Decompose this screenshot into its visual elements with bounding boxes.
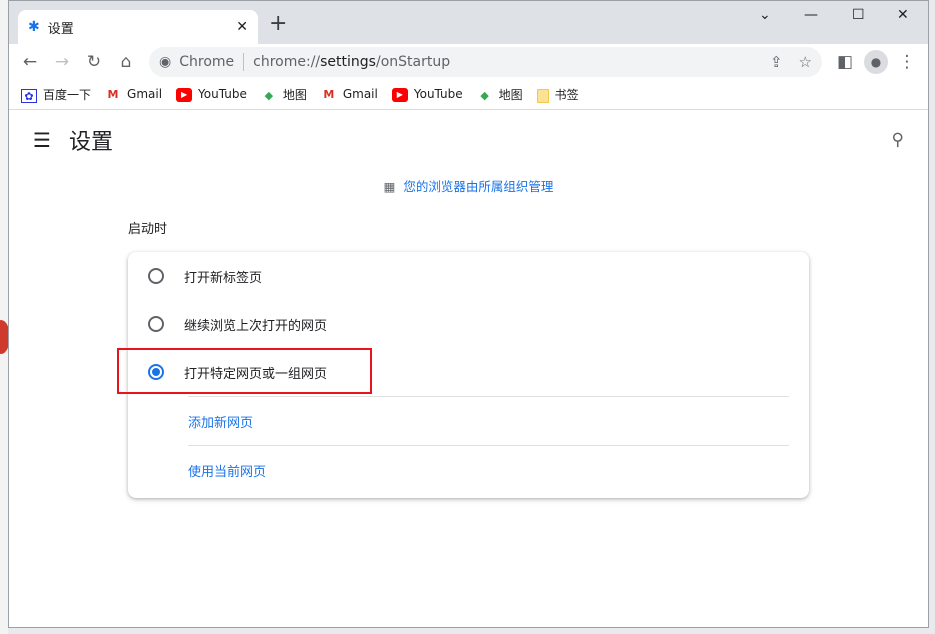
add-new-page-link[interactable]: 添加新网页 (188, 396, 789, 445)
close-window-button[interactable]: ✕ (897, 7, 909, 23)
back-icon[interactable]: ← (17, 52, 43, 72)
gmail-icon: M (107, 87, 119, 101)
folder-icon (536, 88, 549, 103)
building-icon: ▦ (383, 179, 396, 194)
bookmark-gmail-2[interactable]: M Gmail (321, 87, 378, 102)
tab-strip: ✱ 设置 ✕ + ⌄ — ☐ ✕ (9, 1, 928, 44)
side-panel-icon[interactable]: ◧ (832, 52, 858, 72)
forward-icon[interactable]: → (49, 52, 75, 72)
baidu-icon: ✿ (21, 88, 37, 103)
bookmarks-bar: ✿ 百度一下 M Gmail ▶ YouTube ◆ 地图 M Gmail ▶ YouTub… (9, 80, 928, 110)
tab-title: 设置 (47, 21, 74, 37)
address-bar[interactable]: ◉ Chrome chrome://settings/onStartup ⇪ ☆ (149, 47, 822, 77)
tab-search-button[interactable]: ⌄ (759, 7, 771, 23)
share-icon[interactable]: ⇪ (770, 53, 783, 71)
bookmark-youtube-2[interactable]: ▶ YouTube (391, 87, 463, 102)
tab-settings[interactable]: ✱ 设置 ✕ (18, 10, 258, 44)
maps-icon: ◆ (480, 88, 489, 102)
bookmark-baidu[interactable]: ✿ 百度一下 (21, 86, 91, 103)
youtube-icon: ▶ (391, 87, 408, 102)
bookmark-maps-2[interactable]: ◆ 地图 (477, 86, 522, 103)
bookmark-gmail[interactable]: M Gmail (105, 87, 163, 102)
reload-icon[interactable]: ↻ (81, 52, 107, 72)
url-text: chrome://settings/onStartup (253, 54, 451, 70)
home-icon[interactable]: ⌂ (113, 52, 139, 72)
toolbar: ← → ↻ ⌂ ◉ Chrome chrome://settings/onSta… (9, 44, 928, 80)
bookmark-maps[interactable]: ◆ 地图 (261, 86, 307, 103)
settings-header: ☰ 设置 ⚲ (9, 110, 928, 170)
desktop-background (0, 0, 10, 634)
maps-icon: ◆ (264, 88, 274, 102)
option-continue[interactable]: 继续浏览上次打开的网页 (128, 300, 809, 348)
site-chip: Chrome (179, 54, 235, 70)
star-icon[interactable]: ☆ (799, 53, 812, 71)
search-icon[interactable]: ⚲ (892, 130, 904, 150)
section-title: 启动时 (128, 222, 168, 237)
menu-icon[interactable]: ☰ (33, 128, 51, 152)
new-tab-button[interactable]: + (269, 11, 287, 36)
maximize-button[interactable]: ☐ (852, 7, 865, 23)
highlight-box (117, 348, 372, 394)
minimize-button[interactable]: — (804, 7, 818, 23)
profile-avatar[interactable]: ● (864, 50, 888, 74)
chrome-icon: ◉ (159, 54, 172, 70)
bookmark-youtube[interactable]: ▶ YouTube (176, 87, 247, 102)
browser-window: ✱ 设置 ✕ + ⌄ — ☐ ✕ ← → ↻ ⌂ ◉ Chrome chrome… (8, 0, 929, 628)
page-title: 设置 (68, 130, 113, 155)
radio-button[interactable] (148, 316, 164, 332)
gear-icon: ✱ (28, 19, 40, 35)
radio-button[interactable] (148, 268, 164, 284)
youtube-icon: ▶ (176, 87, 193, 102)
use-current-pages-link[interactable]: 使用当前网页 (188, 445, 789, 494)
close-tab-icon[interactable]: ✕ (236, 19, 248, 35)
bookmark-folder[interactable]: 书签 (536, 86, 579, 103)
managed-notice[interactable]: ▦ 您的浏览器由所属组织管理 (9, 176, 928, 195)
gmail-icon: M (323, 87, 335, 101)
more-menu-icon[interactable]: ⋮ (894, 52, 920, 72)
option-new-tab[interactable]: 打开新标签页 (128, 252, 809, 300)
